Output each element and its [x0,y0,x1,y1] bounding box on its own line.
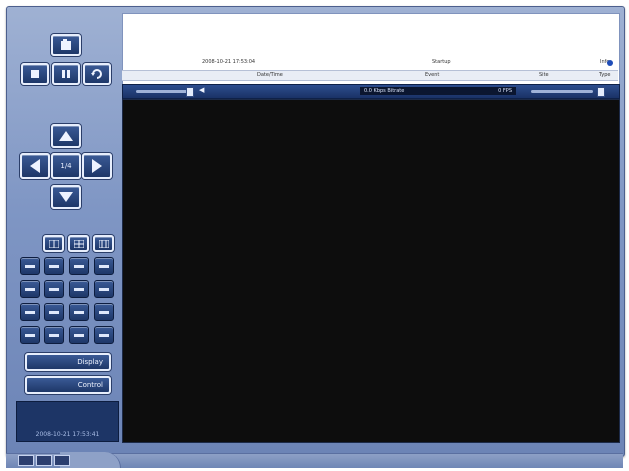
video-view[interactable] [122,99,620,443]
bitrate-label: Bitrate [387,88,405,94]
layout-tab[interactable] [36,455,52,466]
camera-icon [61,39,71,50]
channel-button[interactable] [94,257,114,275]
ptz-center-label: 1/4 [60,162,72,170]
channel-icon [99,264,109,268]
event-datetime-cell: 2008-10-21 17:53:04 [202,59,256,65]
channel-icon [25,264,35,268]
ptz-down-button[interactable] [51,185,81,209]
column-header[interactable]: Type [599,72,610,78]
channel-button[interactable] [44,280,64,298]
channel-button[interactable] [20,303,40,321]
channel-button[interactable] [44,326,64,344]
control-button[interactable]: Control [25,376,111,394]
layout-4-button[interactable] [68,235,89,252]
display-button[interactable]: Display [25,353,111,371]
arrow-right-icon [92,159,102,173]
layout-1-button[interactable] [43,235,64,252]
stream-info: 0.0 Kbps Bitrate 0 FPS [360,87,516,95]
control-button-label: Control [77,381,103,389]
channel-icon [74,287,84,291]
channel-icon [25,287,35,291]
channel-button[interactable] [94,280,114,298]
layout-tabs [18,455,70,466]
column-header[interactable]: Event [425,72,439,78]
video-toolbar: ◀ 0.0 Kbps Bitrate 0 FPS [122,84,620,99]
refresh-icon [91,69,102,79]
info-icon [607,60,613,66]
ptz-right-button[interactable] [82,153,112,179]
column-header[interactable]: Site [539,72,549,78]
channel-icon [25,310,35,314]
clock-panel: 2008-10-21 17:53:41 [16,401,119,442]
pause-icon [62,70,70,78]
channel-icon [49,264,59,268]
grid-icon [73,239,84,248]
channel-button[interactable] [94,303,114,321]
layout-tab[interactable] [54,455,70,466]
ptz-up-button[interactable] [51,124,81,148]
arrow-up-icon [59,131,73,141]
channel-button[interactable] [69,326,89,344]
channel-button[interactable] [69,280,89,298]
layout-tab[interactable] [18,455,34,466]
snapshot-button[interactable] [21,63,49,85]
bitrate-value: 0.0 Kbps [364,88,386,94]
channel-button[interactable] [20,326,40,344]
speaker-icon[interactable]: ◀ [199,86,204,94]
channel-icon [49,287,59,291]
channel-icon [25,333,35,337]
record-button[interactable] [51,34,81,56]
refresh-button[interactable] [83,63,111,85]
channel-icon [99,333,109,337]
ptz-center-button[interactable]: 1/4 [51,153,81,179]
grid-icon [48,239,59,248]
event-log-row[interactable]: Info Startup 2008-10-21 17:53:04 [122,58,618,68]
zoom-slider[interactable] [531,90,593,93]
event-cell: Startup [432,59,451,65]
zoom-slider-handle[interactable] [597,87,605,97]
column-header[interactable]: Date/Time [257,72,283,78]
channel-icon [74,333,84,337]
channel-icon [49,333,59,337]
clock-text: 2008-10-21 17:53:41 [35,431,100,438]
layout-9-button[interactable] [93,235,114,252]
arrow-left-icon [30,159,40,173]
channel-icon [99,310,109,314]
volume-slider-handle[interactable] [186,87,194,97]
channel-icon [74,264,84,268]
channel-icon [74,310,84,314]
ptz-left-button[interactable] [20,153,50,179]
pause-button[interactable] [52,63,80,85]
channel-button[interactable] [44,303,64,321]
fps-value: 0 [498,88,502,94]
grid-icon [98,239,109,248]
channel-button[interactable] [69,257,89,275]
fps-label: FPS [502,88,512,94]
channel-icon [49,310,59,314]
channel-button[interactable] [20,257,40,275]
display-button-label: Display [77,358,103,366]
channel-button[interactable] [69,303,89,321]
channel-icon [99,287,109,291]
stop-icon [31,70,39,78]
event-log-header: Type Site Event Date/Time [122,70,618,81]
channel-button[interactable] [20,280,40,298]
channel-button[interactable] [44,257,64,275]
arrow-down-icon [59,192,73,202]
channel-button[interactable] [94,326,114,344]
